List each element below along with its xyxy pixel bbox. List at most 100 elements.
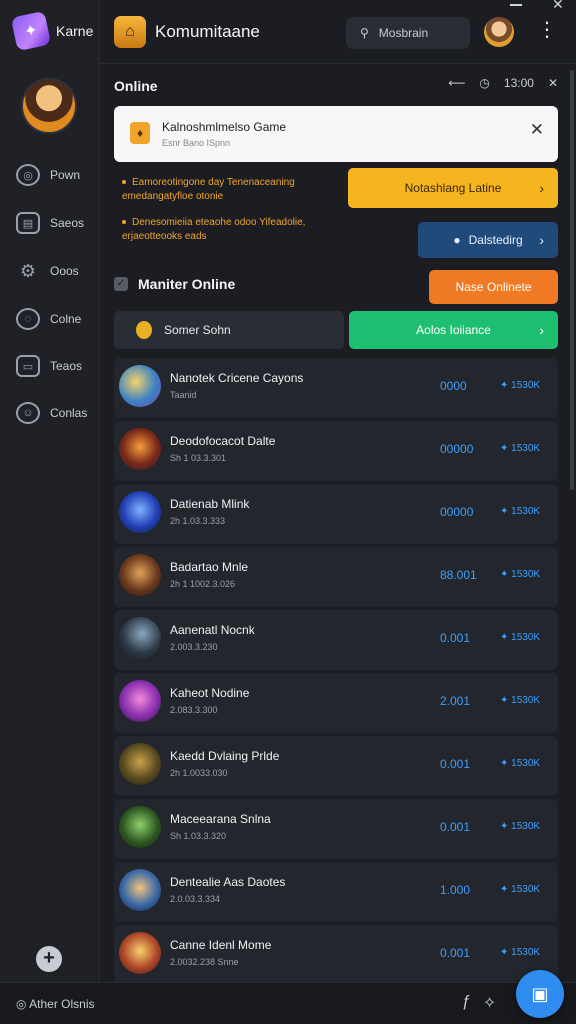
- sidebar: ✦ Karne ◎ Pown ▤ Saeos ⚙ Ooos ◌ Colne ▭ …: [0, 0, 100, 982]
- time-label: 13:00: [503, 76, 534, 90]
- sidebar-item-conlas[interactable]: ☺ Conlas: [16, 398, 87, 428]
- brand-name: Karne: [56, 23, 94, 39]
- list-item[interactable]: Badartao Mnle 2h 1 1002.3.026 88.001 ✦ 1…: [114, 547, 558, 607]
- close-icon[interactable]: ✕: [530, 120, 544, 140]
- row-rate: ✦ 1530K: [500, 758, 540, 769]
- notice-subtitle: Esnr Bano ISpnn: [162, 138, 231, 148]
- rate-text: 1530K: [511, 695, 541, 706]
- list-item[interactable]: Canne Idenl Mome 2.0032.238 Snne 0.001 ✦…: [114, 925, 558, 982]
- back-arrow-icon[interactable]: ⟵: [448, 76, 465, 90]
- row-subtitle: 2.083.3.300: [170, 705, 218, 715]
- minimize-icon[interactable]: [510, 4, 522, 6]
- search-icon: ⚲: [360, 26, 369, 40]
- game-avatar-icon: [119, 932, 161, 974]
- row-subtitle: 2.0.03.3.334: [170, 894, 221, 904]
- rate-text: 1530K: [511, 569, 541, 580]
- clock-icon: ◷: [479, 76, 490, 90]
- row-title: Canne Idenl Mome: [170, 938, 272, 952]
- list-item[interactable]: Datienab Mlink 2h 1.03.3.333 00000 ✦ 153…: [114, 484, 558, 544]
- search-input[interactable]: ⚲ Mosbrain: [346, 17, 470, 49]
- list-item[interactable]: Dentealie Aas Daotes 2.0.03.3.334 1.000 …: [114, 862, 558, 922]
- list-item[interactable]: Nanotek Cricene Cayons Taanid 0000 ✦ 153…: [114, 358, 558, 418]
- row-subtitle: 2.003.3.230: [170, 642, 218, 652]
- row-subtitle: 2h 1.0033.030: [170, 768, 228, 778]
- bullet-dot-icon: [122, 180, 126, 185]
- rate-icon: ✦: [500, 821, 512, 832]
- rate-icon: ✦: [500, 380, 512, 391]
- user-avatar[interactable]: [484, 17, 514, 47]
- yellow-action-button[interactable]: Notashlang Latine ›: [348, 168, 558, 208]
- rate-icon: ✦: [500, 632, 512, 643]
- bullet-text: Eamoreotingone day Tenenaceaning emedang…: [122, 177, 295, 202]
- sidebar-item-teaos[interactable]: ▭ Teaos: [16, 351, 82, 381]
- blue-action-button[interactable]: ● Dalstedirg ›: [418, 222, 558, 258]
- row-subtitle: 2.0032.238 Snne: [170, 957, 239, 967]
- bullet-text: Denesomieiia eteaohe odoo Yifeadolie, er…: [122, 217, 306, 242]
- rate-text: 1530K: [511, 821, 541, 832]
- more-menu-icon[interactable]: ⋮: [537, 20, 557, 40]
- game-avatar-icon: [119, 365, 161, 407]
- row-subtitle: Taanid: [170, 390, 197, 400]
- row-title: Dentealie Aas Daotes: [170, 875, 286, 889]
- rate-text: 1530K: [511, 506, 541, 517]
- sidebar-item-label: Teaos: [50, 359, 83, 373]
- game-search-field[interactable]: Somer Sohn: [114, 311, 344, 349]
- rate-icon: ✦: [500, 506, 512, 517]
- rate-text: 1530K: [511, 443, 541, 454]
- avatar[interactable]: [21, 78, 77, 134]
- row-subtitle: Sh 1 03.3.301: [170, 453, 227, 463]
- checkbox[interactable]: ✓: [114, 277, 128, 291]
- sidebar-item-label: Ooos: [50, 264, 79, 278]
- row-value: 1.000: [440, 883, 471, 897]
- green-action-button[interactable]: Aolos Ioiiance ›: [349, 311, 558, 349]
- scrollbar[interactable]: [570, 70, 574, 490]
- bottom-bar: ◎ Ather Olsnis ƒ ✧: [0, 982, 576, 1024]
- list-item[interactable]: Deodofocacot Dalte Sh 1 03.3.301 00000 ✦…: [114, 421, 558, 481]
- rate-icon: ✦: [500, 947, 512, 958]
- bullet-item: Denesomieiia eteaohe odoo Yifeadolie, er…: [122, 216, 332, 244]
- list-item[interactable]: Kaheot Nodine 2.083.3.300 2.001 ✦ 1530K: [114, 673, 558, 733]
- sidebar-item-pown[interactable]: ◎ Pown: [16, 160, 80, 190]
- close-window-icon[interactable]: ✕: [552, 0, 564, 13]
- row-value: 00000: [440, 505, 474, 519]
- orange-action-button[interactable]: Nase Onlinete: [429, 270, 558, 304]
- bottom-status[interactable]: ◎ Ather Olsnis: [16, 997, 95, 1011]
- row-rate: ✦ 1530K: [500, 632, 540, 643]
- sidebar-item-colne[interactable]: ◌ Colne: [16, 304, 81, 334]
- topbar: ⌂ Komumitaane ⚲ Mosbrain ✕ ⋮: [100, 0, 576, 64]
- close-small-icon[interactable]: ✕: [548, 76, 558, 90]
- row-subtitle: 2h 1 1002.3.026: [170, 579, 236, 589]
- brand[interactable]: ✦ Karne: [10, 10, 94, 52]
- list-item[interactable]: Maceearana Snlna Sh 1.03.3.320 0.001 ✦ 1…: [114, 799, 558, 859]
- row-title: Deodofocacot Dalte: [170, 434, 276, 448]
- orange-action-label: Nase Onlinete: [455, 280, 532, 294]
- game-list: Nanotek Cricene Cayons Taanid 0000 ✦ 153…: [114, 358, 558, 982]
- list-item[interactable]: Aanenatl Nocnk 2.003.3.230 0.001 ✦ 1530K: [114, 610, 558, 670]
- monitor-header: ✓ Maniter Online: [114, 276, 235, 292]
- rate-icon: ✦: [500, 443, 512, 454]
- sidebar-item-saeos[interactable]: ▤ Saeos: [16, 208, 84, 238]
- share-icon[interactable]: ƒ: [462, 993, 471, 1013]
- sidebar-item-label: Pown: [50, 168, 81, 182]
- bottom-status-text: Ather Olsnis: [29, 997, 95, 1011]
- row-value: 2.001: [440, 694, 471, 708]
- list-item[interactable]: Kaedd Dvlaing Prlde 2h 1.0033.030 0.001 …: [114, 736, 558, 796]
- add-button[interactable]: +: [36, 946, 62, 972]
- row-title: Datienab Mlink: [170, 497, 250, 511]
- game-avatar-icon: [119, 869, 161, 911]
- chat-icon: ◌: [16, 308, 40, 330]
- game-avatar-icon: [119, 428, 161, 470]
- bullet-dot-icon: [122, 220, 126, 225]
- row-value: 00000: [440, 442, 474, 456]
- row-title: Kaedd Dvlaing Prlde: [170, 749, 280, 763]
- notice-card[interactable]: ♦ Kalnoshmlmelso Game Esnr Bano ISpnn ✕: [114, 106, 558, 162]
- row-rate: ✦ 1530K: [500, 506, 540, 517]
- pin-icon[interactable]: ✧: [483, 993, 496, 1013]
- chat-fab-button[interactable]: ▣: [516, 970, 564, 1018]
- rate-icon: ✦: [500, 884, 512, 895]
- row-rate: ✦ 1530K: [500, 821, 540, 832]
- row-title: Aanenatl Nocnk: [170, 623, 255, 637]
- sidebar-item-ooos[interactable]: ⚙ Ooos: [16, 256, 79, 286]
- chevron-right-icon: ›: [539, 180, 544, 196]
- page-title: Komumitaane: [155, 22, 260, 41]
